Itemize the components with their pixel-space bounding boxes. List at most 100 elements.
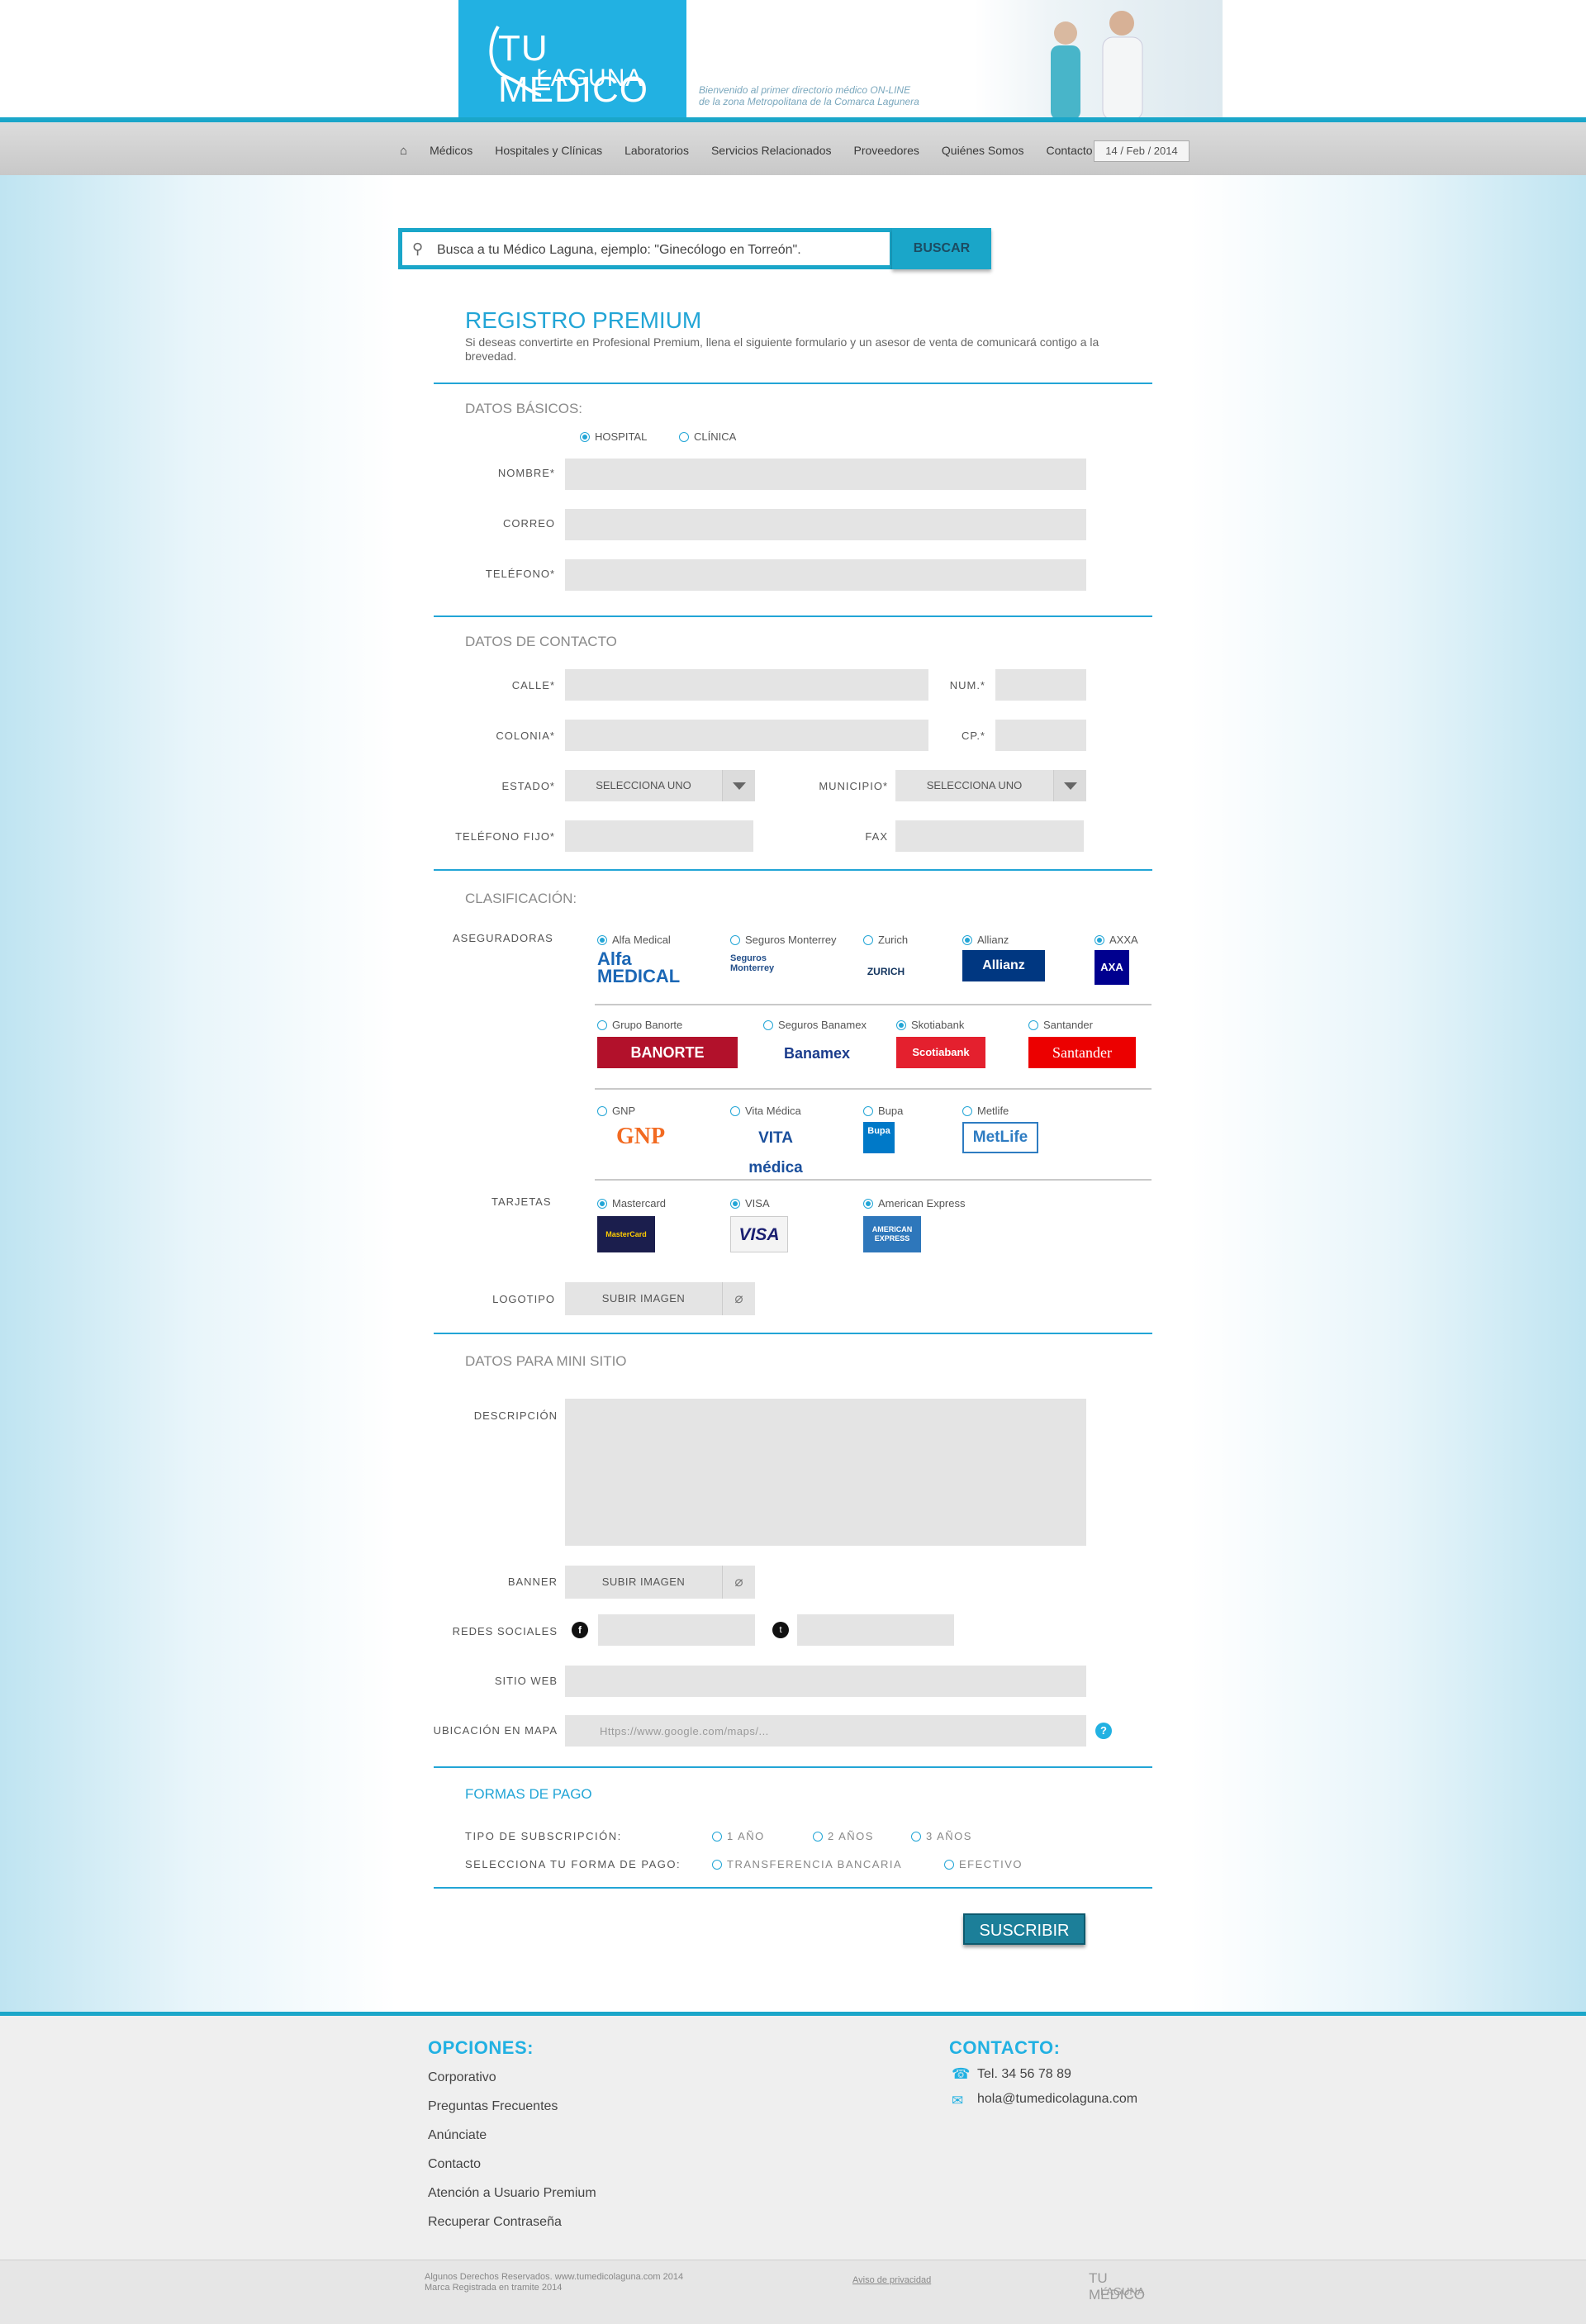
chevron-down-icon xyxy=(1053,770,1086,801)
footer-link-anunciate[interactable]: Anúnciate xyxy=(428,2128,487,2143)
section-divider xyxy=(434,1766,1152,1768)
nav-item-quienes-somos[interactable]: Quiénes Somos xyxy=(942,144,1024,158)
sitio-web-field[interactable] xyxy=(565,1666,1086,1697)
home-icon[interactable]: ⌂ xyxy=(400,144,407,158)
footer-link-contacto[interactable]: Contacto xyxy=(428,2157,481,2172)
insurer-metlife-radio[interactable]: Metlife xyxy=(962,1105,1009,1117)
colonia-field[interactable] xyxy=(565,720,928,751)
insurer-divider xyxy=(595,1179,1152,1181)
alfa-medical-logo: Alfa MEDICAL xyxy=(597,948,681,986)
nav-item-laboratorios[interactable]: Laboratorios xyxy=(624,144,689,158)
telefono-field[interactable] xyxy=(565,559,1086,591)
allianz-logo: Allianz xyxy=(962,950,1045,981)
nav-item-proveedores[interactable]: Proveedores xyxy=(854,144,919,158)
municipio-select[interactable]: SELECCIONA UNO xyxy=(895,770,1086,801)
nav-item-servicios[interactable]: Servicios Relacionados xyxy=(711,144,832,158)
intro-text: Si deseas convertirte en Profesional Pre… xyxy=(465,335,1099,363)
search-button[interactable]: BUSCAR xyxy=(892,228,991,269)
nombre-field[interactable] xyxy=(565,459,1086,490)
card-amex-radio[interactable]: American Express xyxy=(863,1197,965,1210)
insurer-allianz-radio[interactable]: Allianz xyxy=(962,934,1009,946)
footer-link-atencion[interactable]: Atención a Usuario Premium xyxy=(428,2186,596,2201)
axa-logo: AXA xyxy=(1095,950,1129,985)
suscribir-button[interactable]: SUSCRIBIR xyxy=(963,1913,1085,1945)
tipo-subscripcion-label: TIPO DE SUBSCRIPCIÓN: xyxy=(465,1830,622,1842)
telefono-fijo-field[interactable] xyxy=(565,820,753,852)
bupa-logo: Bupa xyxy=(863,1122,895,1153)
mastercard-logo: MasterCard xyxy=(597,1216,655,1252)
insurer-monterrey-radio[interactable]: Seguros Monterrey xyxy=(730,934,837,946)
banorte-logo: BANORTE xyxy=(597,1037,738,1068)
fax-label: FAX xyxy=(865,830,888,843)
telefono-fijo-label: TELÉFONO FIJO* xyxy=(455,830,555,843)
upload-label: SUBIR IMAGEN xyxy=(601,1575,686,1588)
insurer-banamex-radio[interactable]: Seguros Banamex xyxy=(763,1019,867,1031)
telefono-label: TELÉFONO* xyxy=(485,568,555,580)
mapa-field[interactable]: Https://www.google.com/maps/... xyxy=(565,1715,1086,1747)
insurer-gnp-radio[interactable]: GNP xyxy=(597,1105,635,1117)
banner-label: BANNER xyxy=(507,1575,558,1588)
insurer-skotiabank-radio[interactable]: Skotiabank xyxy=(896,1019,964,1031)
cp-field[interactable] xyxy=(995,720,1086,751)
estado-select[interactable]: SELECCIONA UNO xyxy=(565,770,755,801)
pago-transferencia-radio[interactable]: TRANSFERENCIA BANCARIA xyxy=(712,1858,902,1870)
card-mastercard-radio[interactable]: Mastercard xyxy=(597,1197,666,1210)
descripcion-label: DESCRIPCIÓN xyxy=(473,1409,558,1422)
footer-phone: Tel. 34 56 78 89 xyxy=(977,2067,1071,2081)
correo-field[interactable] xyxy=(565,509,1086,540)
card-visa-radio[interactable]: VISA xyxy=(730,1197,770,1210)
gnp-logo: GNP xyxy=(615,1124,666,1149)
nav-item-medicos[interactable]: Médicos xyxy=(430,144,472,158)
site-logo[interactable]: TU MÉDICO LAGUNA xyxy=(458,0,686,128)
plan-3-years-radio[interactable]: 3 AÑOS xyxy=(911,1830,972,1842)
main-nav: ⌂ Médicos Hospitales y Clínicas Laborato… xyxy=(0,122,1586,175)
plan-2-years-radio[interactable]: 2 AÑOS xyxy=(813,1830,874,1842)
facebook-icon: f xyxy=(572,1622,588,1638)
estado-label: ESTADO* xyxy=(501,780,555,792)
nav-item-contacto[interactable]: Contacto xyxy=(1047,144,1093,158)
fax-field[interactable] xyxy=(895,820,1084,852)
insurer-banorte-radio[interactable]: Grupo Banorte xyxy=(597,1019,682,1031)
footer-email[interactable]: hola@tumedicolaguna.com xyxy=(977,2092,1137,2107)
pago-efectivo-radio[interactable]: EFECTIVO xyxy=(944,1858,1023,1870)
section-contact-title: DATOS DE CONTACTO xyxy=(465,634,617,649)
type-hospital-radio[interactable]: HOSPITAL xyxy=(580,430,647,443)
logotipo-label: LOGOTIPO xyxy=(492,1293,555,1305)
footer-logo-line2: LAGUNA xyxy=(1100,2285,1145,2298)
insurer-zurich-radio[interactable]: Zurich xyxy=(863,934,908,946)
num-field[interactable] xyxy=(995,669,1086,701)
colonia-label: COLONIA* xyxy=(496,730,555,742)
descripcion-textarea[interactable] xyxy=(565,1399,1086,1546)
search-input[interactable]: ⚲ Busca a tu Médico Laguna, ejemplo: "Gi… xyxy=(398,228,894,269)
footer-link-preguntas[interactable]: Preguntas Frecuentes xyxy=(428,2099,558,2114)
cp-label: CP.* xyxy=(961,730,985,742)
nav-item-hospitales[interactable]: Hospitales y Clínicas xyxy=(495,144,602,158)
footer-link-recuperar[interactable]: Recuperar Contraseña xyxy=(428,2215,562,2230)
tagline-line2: de la zona Metropolitana de la Comarca L… xyxy=(699,96,919,107)
insurer-santander-radio[interactable]: Santander xyxy=(1028,1019,1093,1031)
calle-field[interactable] xyxy=(565,669,928,701)
section-divider xyxy=(434,615,1152,617)
section-basic-title: DATOS BÁSICOS: xyxy=(465,401,583,416)
help-icon[interactable]: ? xyxy=(1095,1723,1112,1739)
footer-link-corporativo[interactable]: Corporativo xyxy=(428,2070,496,2085)
mapa-placeholder: Https://www.google.com/maps/... xyxy=(600,1725,769,1737)
santander-logo: Santander xyxy=(1028,1037,1136,1068)
privacy-link[interactable]: Aviso de privacidad xyxy=(852,2275,931,2286)
type-clinica-radio[interactable]: CLÍNICA xyxy=(679,430,736,443)
banner-upload-button[interactable]: SUBIR IMAGEN ⌀ xyxy=(565,1566,755,1599)
insurer-bupa-radio[interactable]: Bupa xyxy=(863,1105,903,1117)
twitter-field[interactable] xyxy=(797,1614,954,1646)
redes-label: REDES SOCIALES xyxy=(452,1625,558,1637)
insurer-alfa-radio[interactable]: Alfa Medical xyxy=(597,934,671,946)
phone-icon: ☎ xyxy=(952,2065,971,2082)
sitio-web-label: SITIO WEB xyxy=(494,1675,558,1687)
num-label: NUM.* xyxy=(949,679,985,691)
mapa-label: UBICACIÓN EN MAPA xyxy=(433,1724,558,1737)
facebook-field[interactable] xyxy=(598,1614,755,1646)
municipio-value: SELECCIONA UNO xyxy=(926,779,1023,791)
logotipo-upload-button[interactable]: SUBIR IMAGEN ⌀ xyxy=(565,1282,755,1315)
insurer-axxa-radio[interactable]: AXXA xyxy=(1095,934,1138,946)
plan-1-year-radio[interactable]: 1 AÑO xyxy=(712,1830,765,1842)
insurer-vita-radio[interactable]: Vita Médica xyxy=(730,1105,801,1117)
